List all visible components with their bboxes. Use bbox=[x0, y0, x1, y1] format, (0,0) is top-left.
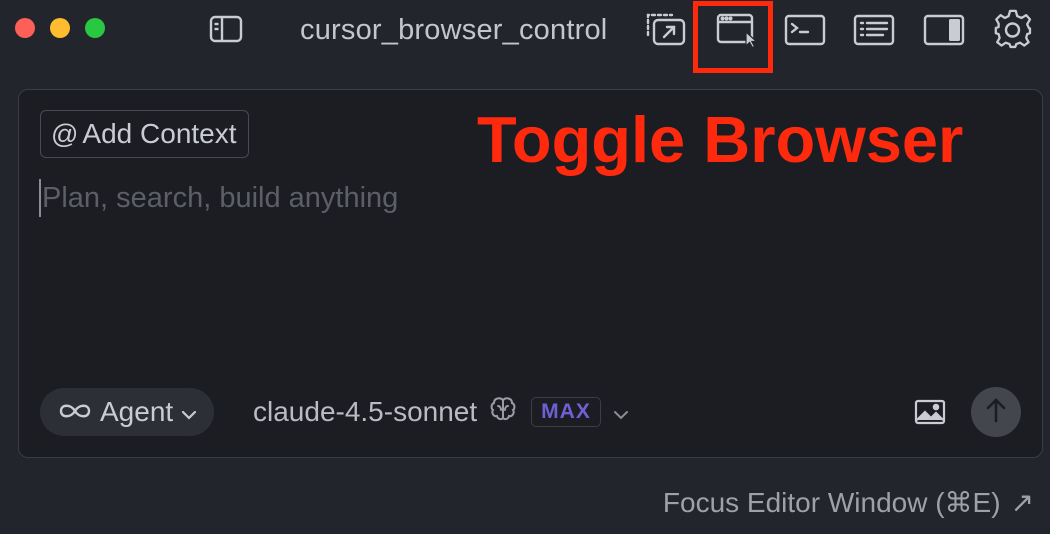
browser-toggle-highlight bbox=[693, 1, 773, 73]
list-panel-icon[interactable] bbox=[853, 12, 895, 48]
image-icon bbox=[914, 399, 946, 429]
max-badge: MAX bbox=[531, 397, 601, 427]
attach-image-button[interactable] bbox=[914, 399, 946, 430]
at-sign-icon: @ bbox=[51, 118, 79, 149]
text-caret bbox=[39, 179, 41, 217]
right-panel-icon[interactable] bbox=[923, 12, 965, 48]
prompt-input[interactable]: Plan, search, build anything bbox=[39, 178, 398, 218]
terminal-icon[interactable] bbox=[784, 12, 826, 48]
close-window-button[interactable] bbox=[15, 18, 35, 38]
external-arrow-icon: ↗ bbox=[1010, 486, 1034, 518]
composer-panel: @ Add Context Toggle Browser Plan, searc… bbox=[18, 89, 1043, 458]
model-selector[interactable]: claude-4.5-sonnet MAX bbox=[253, 388, 629, 436]
infinity-icon bbox=[58, 396, 92, 428]
gear-icon[interactable] bbox=[992, 8, 1034, 50]
chevron-down-icon bbox=[181, 396, 197, 428]
chevron-down-icon bbox=[613, 396, 629, 428]
add-context-label: Add Context bbox=[82, 118, 237, 149]
mode-label: Agent bbox=[100, 396, 174, 427]
minimize-window-button[interactable] bbox=[50, 18, 70, 38]
sidebar-toggle-icon[interactable] bbox=[209, 14, 243, 44]
prompt-placeholder: Plan, search, build anything bbox=[42, 181, 399, 214]
brain-icon bbox=[489, 396, 519, 429]
annotation-label: Toggle Browser bbox=[477, 103, 964, 176]
focus-editor-link[interactable]: Focus Editor Window (⌘E) ↗ bbox=[663, 482, 1034, 522]
add-context-button[interactable]: @ Add Context bbox=[40, 110, 249, 158]
window-title: cursor_browser_control bbox=[300, 14, 608, 46]
mode-selector[interactable]: Agent bbox=[40, 388, 215, 436]
open-external-window-icon[interactable] bbox=[644, 9, 688, 49]
focus-editor-label: Focus Editor Window (⌘E) bbox=[662, 486, 1001, 518]
zoom-window-button[interactable] bbox=[85, 18, 105, 38]
arrow-up-icon bbox=[985, 397, 1007, 428]
model-label: claude-4.5-sonnet bbox=[253, 396, 478, 427]
send-button[interactable] bbox=[971, 387, 1021, 437]
